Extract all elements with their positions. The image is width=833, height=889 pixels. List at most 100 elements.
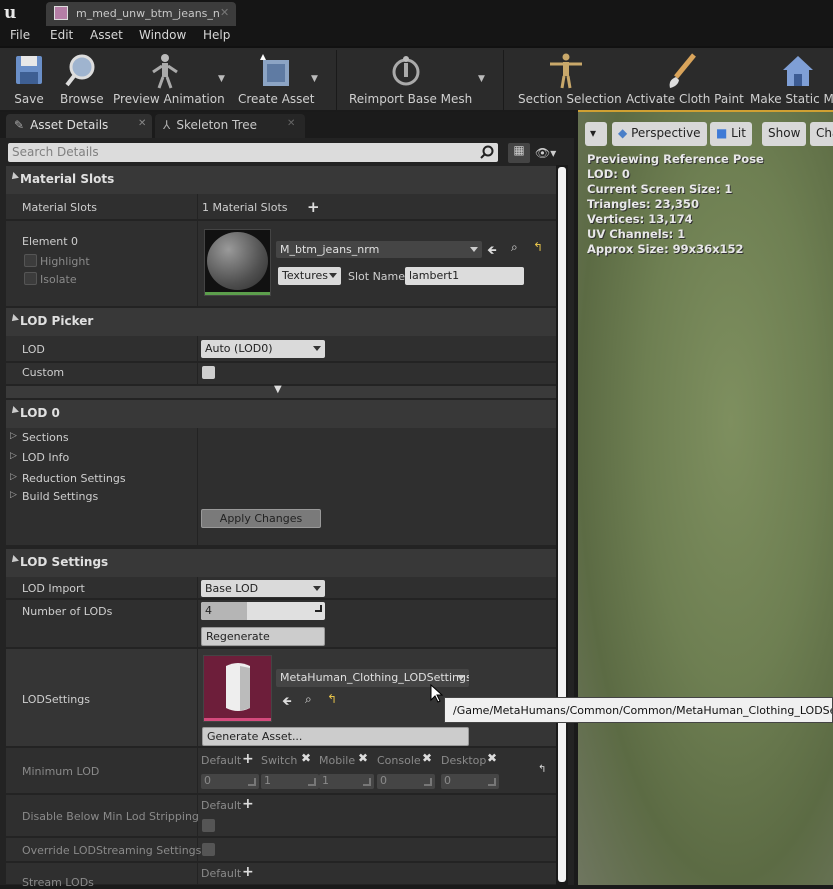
lod-settings-thumbnail[interactable] [203,655,272,722]
tab-asset-details-label: Asset Details [30,118,109,132]
character-button[interactable]: Cha [810,122,833,146]
document-tab[interactable]: m_med_unw_btm_jeans_n ✕ [46,2,236,26]
lod-info-item[interactable]: LOD Info [22,451,69,464]
preview-animation-label: Preview Animation [113,92,225,106]
slot-name-input[interactable]: lambert1 [405,267,524,285]
eye-icon[interactable]: 👁▾ [535,146,556,160]
category-lod-settings[interactable]: LOD Settings [6,549,556,577]
close-icon[interactable]: ✕ [138,118,146,129]
expand-triangle-icon[interactable]: ▷ [10,490,17,500]
menu-file[interactable]: File [10,28,30,42]
category-material-slots[interactable]: Material Slots [6,166,556,194]
arrow-left-icon[interactable]: 🡸 [487,241,497,262]
remove-icon[interactable]: ✖ [358,751,368,765]
menu-asset[interactable]: Asset [90,28,123,42]
viewport-options-button[interactable]: ▾ [585,122,607,146]
custom-checkbox[interactable] [202,366,215,379]
close-icon[interactable]: ✕ [220,6,229,19]
search-input[interactable]: Search Details [8,143,498,162]
material-slots-count: 1 Material Slots [202,201,288,214]
arrow-left-icon[interactable]: 🡸 [282,692,292,713]
lod-dropdown[interactable]: Auto (LOD0) [201,340,325,358]
material-slots-label: Material Slots [22,201,97,214]
category-lod-0[interactable]: LOD 0 [6,400,556,428]
reset-icon[interactable]: ↰ [533,240,543,254]
reset-icon[interactable]: ↰ [538,764,546,775]
close-icon[interactable]: ✕ [287,118,295,129]
tab-asset-details[interactable]: ✎ Asset Details ✕ [6,114,152,138]
category-lod-picker[interactable]: LOD Picker [6,308,556,336]
regenerate-button[interactable]: Regenerate [201,627,325,646]
material-thumbnail[interactable] [204,229,271,296]
scrollbar[interactable] [556,165,568,885]
lod-import-dropdown[interactable]: Base LOD [201,580,325,597]
add-icon[interactable]: + [242,796,254,812]
browse-button[interactable]: Browse [60,52,104,106]
expand-triangle-icon[interactable]: ▷ [10,451,17,461]
toolbar-separator [336,50,337,110]
show-button[interactable]: Show [762,122,807,146]
scrollbar-thumb[interactable] [558,167,566,882]
add-icon[interactable]: + [242,751,254,767]
document-tab-label: m_med_unw_btm_jeans_n [76,7,220,20]
textures-dropdown[interactable]: Textures [278,267,341,285]
section-selection-button[interactable]: Section Selection [518,52,622,106]
activate-cloth-paint-button[interactable]: Activate Cloth Paint [626,52,744,106]
stream-lods-label: Stream LODs [22,876,94,889]
browse-search-icon[interactable]: ⌕ [305,692,312,707]
tab-skeleton-tree[interactable]: ⅄ Skeleton Tree ✕ [155,114,305,138]
expand-triangle-icon[interactable]: ▷ [10,431,17,441]
menu-window[interactable]: Window [139,28,186,42]
remove-icon[interactable]: ✖ [487,751,497,765]
lit-button[interactable]: ■ Lit [710,122,752,146]
remove-icon[interactable]: ✖ [422,751,432,765]
reduction-settings-item[interactable]: Reduction Settings [22,472,126,485]
reset-icon[interactable]: ↰ [327,692,337,706]
make-static-mesh-button[interactable]: Make Static Me [750,52,833,106]
chevron-down-icon[interactable]: ▼ [311,74,318,84]
viewport-info: Previewing Reference Pose LOD: 0 Current… [587,152,764,257]
min-lod-default-input[interactable]: 0 [201,774,259,789]
menu-edit[interactable]: Edit [50,28,73,42]
mouse-cursor-icon [430,684,444,703]
min-lod-mobile-input[interactable]: 1 [319,774,374,789]
chevron-down-icon[interactable]: ▼ [478,74,485,84]
preview-animation-button[interactable]: Preview Animation [113,52,225,106]
minimum-lod-label: Minimum LOD [22,765,100,778]
save-button[interactable]: Save [10,52,48,106]
remove-icon[interactable]: ✖ [301,751,311,765]
build-settings-item[interactable]: Build Settings [22,490,98,503]
save-label: Save [14,92,44,106]
reimport-base-mesh-button[interactable]: Reimport Base Mesh [349,52,472,106]
platform-switch-label: Switch [261,754,298,767]
advanced-expander[interactable]: ▼ [6,384,556,398]
min-lod-console-input[interactable]: 0 [377,774,435,789]
generate-asset-button[interactable]: Generate Asset... [202,727,469,746]
expand-triangle-icon[interactable]: ▷ [10,472,17,482]
custom-label: Custom [22,366,65,379]
browse-search-icon[interactable]: ⌕ [511,240,518,255]
add-icon[interactable]: + [242,864,254,880]
collapse-triangle-icon [9,172,19,182]
chevron-down-icon[interactable]: ▼ [218,74,225,84]
disable-stripping-checkbox[interactable] [202,819,215,832]
view-options-grid-icon[interactable]: ▦ [508,143,530,163]
category-label: LOD Picker [20,314,94,328]
create-asset-button[interactable]: Create Asset [238,52,315,106]
lod-import-value: Base LOD [205,582,259,595]
isolate-checkbox[interactable] [24,272,37,285]
min-lod-desktop-input[interactable]: 0 [441,774,499,789]
number-of-lods-value: 4 [205,604,212,617]
perspective-button[interactable]: ◆ Perspective [612,122,707,146]
apply-changes-button[interactable]: Apply Changes [201,509,321,528]
material-combo[interactable]: M_btm_jeans_nrm [276,241,482,258]
add-icon[interactable]: + [307,198,320,216]
disable-below-min-lod-label: Disable Below Min Lod Stripping [22,810,199,823]
sections-item[interactable]: Sections [22,431,69,444]
override-streaming-checkbox[interactable] [202,843,215,856]
t-pose-icon [550,53,582,89]
min-lod-switch-input[interactable]: 1 [261,774,319,789]
number-of-lods-spinbox[interactable]: 4 [201,602,325,620]
highlight-checkbox[interactable] [24,254,37,267]
menu-help[interactable]: Help [203,28,230,42]
